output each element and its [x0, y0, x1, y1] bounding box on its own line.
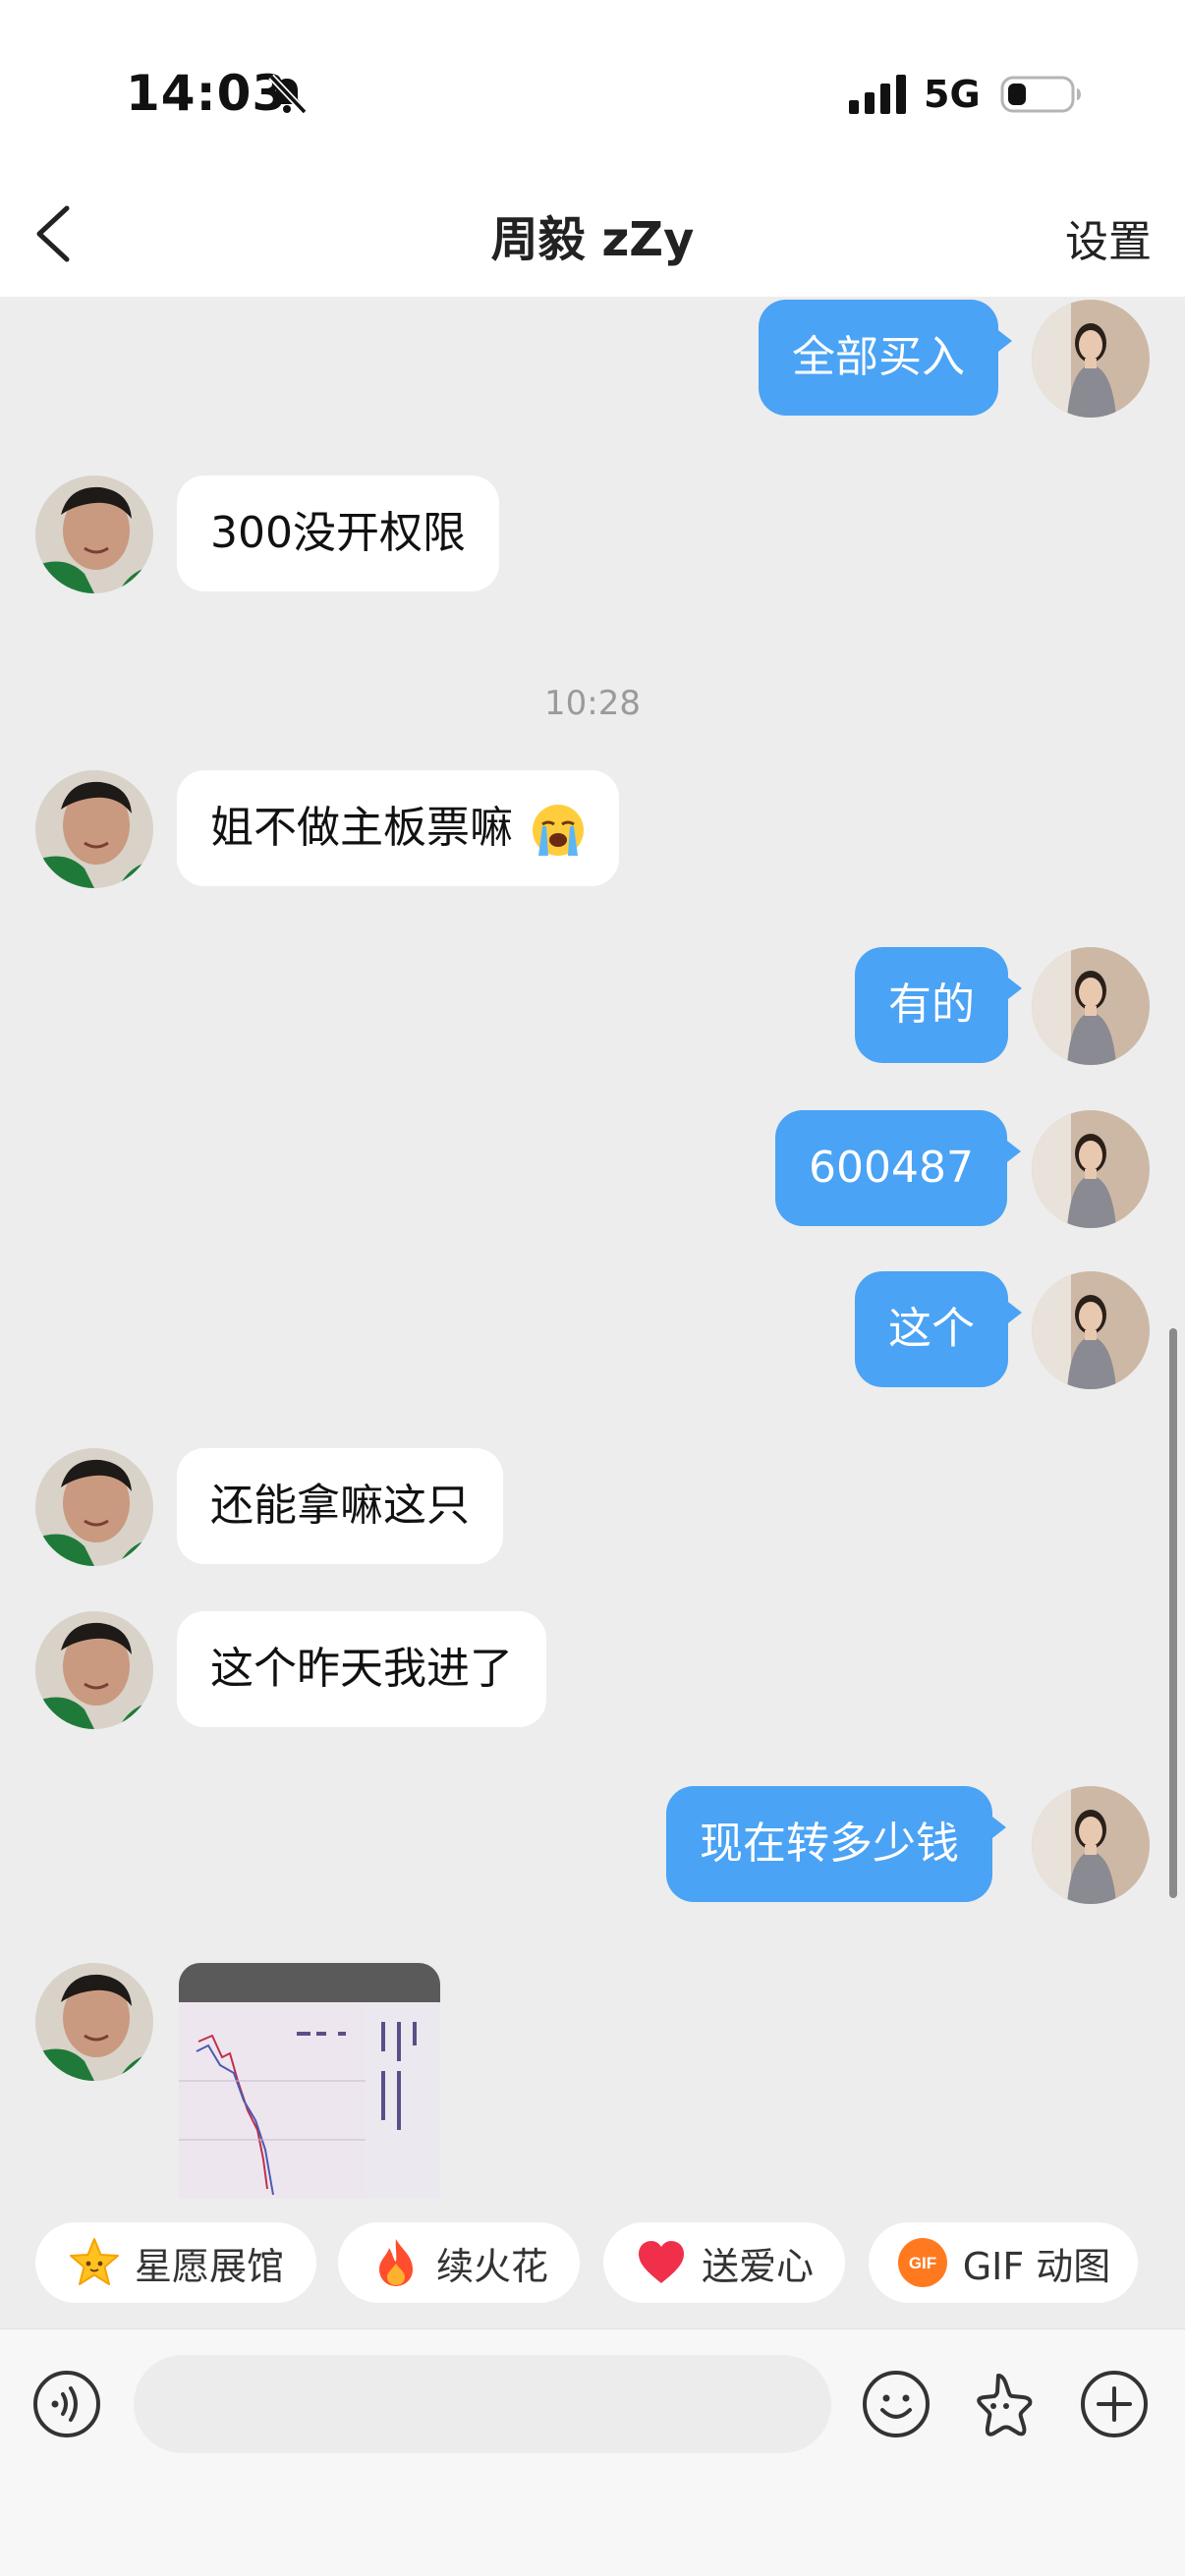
contact-avatar[interactable] — [35, 1611, 153, 1729]
my-avatar[interactable] — [1032, 947, 1150, 1065]
contact-avatar[interactable] — [35, 770, 153, 888]
message-text: 600487 — [809, 1143, 974, 1193]
page-title: 周毅 zZy — [490, 212, 695, 267]
message-timestamp: 10:28 — [544, 684, 641, 723]
chip-label: GIF 动图 — [962, 2244, 1111, 2288]
gif-icon: GIF — [897, 2238, 947, 2287]
message-text: 现在转多少钱 — [700, 1819, 959, 1869]
chat-header: 周毅 zZy 设置 — [0, 167, 1185, 297]
message-text: 还能拿嘛这只 — [210, 1481, 470, 1531]
voice-icon[interactable] — [31, 2369, 102, 2439]
heart-icon — [638, 2241, 684, 2283]
contact-avatar[interactable] — [35, 1963, 153, 2081]
image-message[interactable] — [179, 1963, 440, 2199]
quick-action-bar: 星愿展馆 续火花 送爱心 GIF GIF 动图 — [0, 2199, 1185, 2328]
quick-action-gif[interactable]: GIF GIF 动图 — [869, 2222, 1138, 2303]
outgoing-message[interactable]: 全部买入 — [759, 300, 1012, 416]
loudly-crying-face-icon — [533, 805, 584, 856]
chat-message-list[interactable]: 全部买入 300没开权限 10:28 姐不做主板票嘛 有的 600487 这个 … — [0, 297, 1185, 2199]
my-avatar[interactable] — [1032, 1786, 1150, 1904]
chip-label: 星愿展馆 — [134, 2244, 284, 2288]
settings-button[interactable]: 设置 — [1065, 206, 1152, 269]
incoming-message[interactable]: 这个昨天我进了 — [177, 1611, 546, 1727]
sticker-icon[interactable] — [967, 2369, 1038, 2439]
contact-avatar[interactable] — [35, 476, 153, 593]
incoming-message[interactable]: 还能拿嘛这只 — [177, 1448, 503, 1564]
message-text: 这个 — [888, 1304, 975, 1354]
battery-icon — [1000, 76, 1081, 113]
message-input[interactable] — [134, 2355, 831, 2453]
outgoing-message[interactable]: 现在转多少钱 — [666, 1786, 1006, 1902]
message-text: 全部买入 — [792, 332, 965, 382]
outgoing-message[interactable]: 这个 — [855, 1271, 1022, 1387]
fire-icon — [378, 2239, 413, 2286]
message-text: 这个昨天我进了 — [210, 1644, 513, 1694]
my-avatar[interactable] — [1032, 1271, 1150, 1389]
emoji-icon[interactable] — [861, 2369, 931, 2439]
outgoing-message[interactable]: 有的 — [855, 947, 1022, 1063]
incoming-message[interactable]: 姐不做主板票嘛 — [177, 770, 619, 886]
star-icon — [69, 2238, 119, 2285]
message-text: 有的 — [888, 980, 975, 1030]
my-avatar[interactable] — [1032, 300, 1150, 418]
input-bar — [0, 2328, 1185, 2576]
my-avatar[interactable] — [1032, 1110, 1150, 1228]
message-text: 300没开权限 — [210, 508, 466, 558]
network-type: 5G — [924, 73, 981, 116]
scrollbar[interactable] — [1169, 1328, 1177, 1898]
incoming-message[interactable]: 300没开权限 — [177, 476, 499, 591]
outgoing-message[interactable]: 600487 — [775, 1110, 1021, 1226]
signal-icon — [849, 75, 906, 114]
contact-avatar[interactable] — [35, 1448, 153, 1566]
quick-action-send-heart[interactable]: 送爱心 — [603, 2222, 845, 2303]
stock-chart-photo — [179, 1963, 440, 2199]
bell-slash-icon — [268, 74, 308, 115]
quick-action-continue-spark[interactable]: 续火花 — [338, 2222, 580, 2303]
svg-text:GIF: GIF — [909, 2254, 936, 2272]
chip-label: 送爱心 — [701, 2244, 814, 2288]
status-bar: 14:03 5G — [0, 0, 1185, 167]
message-text: 姐不做主板票嘛 — [210, 803, 513, 853]
quick-action-star-gallery[interactable]: 星愿展馆 — [35, 2222, 316, 2303]
chip-label: 续火花 — [435, 2244, 548, 2288]
plus-icon[interactable] — [1079, 2369, 1150, 2439]
status-time: 14:03 — [126, 65, 288, 122]
